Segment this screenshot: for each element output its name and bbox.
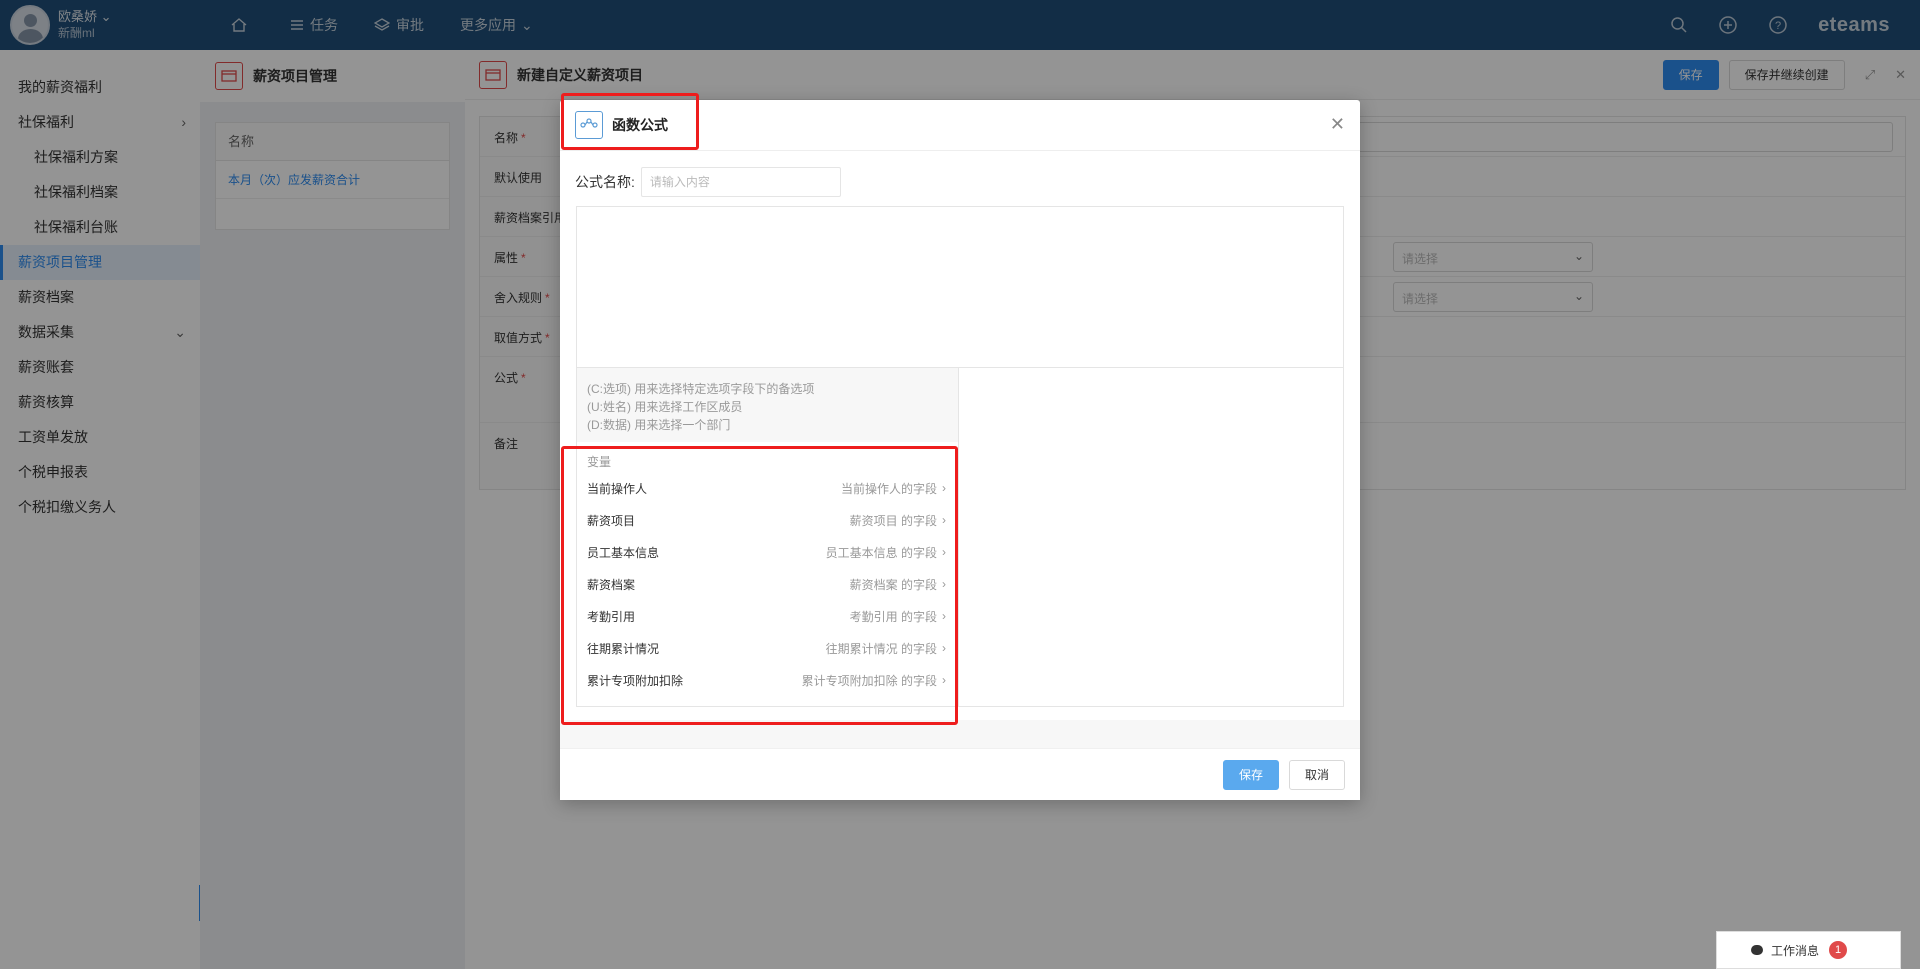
chevron-right-icon: › — [942, 641, 946, 655]
chevron-right-icon: › — [942, 545, 946, 559]
formula-editor[interactable] — [576, 206, 1344, 368]
chevron-right-icon: › — [942, 481, 946, 495]
function-icon — [575, 111, 603, 139]
variable-history-accumulated[interactable]: 往期累计情况 往期累计情况 的字段 › — [577, 632, 958, 664]
close-icon[interactable]: ✕ — [1330, 114, 1345, 135]
dialog-save-button[interactable]: 保存 — [1222, 759, 1279, 790]
variables-heading: 变量 — [587, 455, 612, 469]
unread-badge: 1 — [1829, 941, 1848, 959]
variable-salary-item[interactable]: 薪资项目 薪资项目 的字段 › — [577, 504, 958, 536]
formula-name-input[interactable] — [640, 167, 841, 197]
formula-name-label: 公式名称: — [575, 174, 635, 190]
formula-dialog: 函数公式 ✕ 公式名称: (C:选项) 用来选择特定选项字段下的备选项 (U:姓… — [560, 100, 1360, 800]
variable-special-deduction[interactable]: 累计专项附加扣除 累计专项附加扣除 的字段 › — [577, 664, 958, 696]
work-message-bar[interactable]: 工作消息 1 — [1716, 931, 1901, 969]
variable-attendance[interactable]: 考勤引用 考勤引用 的字段 › — [577, 600, 958, 632]
dialog-cancel-button[interactable]: 取消 — [1288, 759, 1345, 790]
chat-icon — [1751, 945, 1763, 955]
hint-dept: (D:数据) 用来选择一个部门 — [587, 418, 731, 432]
variable-current-operator[interactable]: 当前操作人 当前操作人的字段 › — [577, 472, 958, 504]
work-message-label: 工作消息 — [1771, 943, 1820, 958]
chevron-right-icon: › — [942, 513, 946, 527]
chevron-right-icon: › — [942, 577, 946, 591]
variable-panel: (C:选项) 用来选择特定选项字段下的备选项 (U:姓名) 用来选择工作区成员 … — [577, 368, 959, 706]
hint-text: (C:选项) 用来选择特定选项字段下的备选项 (U:姓名) 用来选择工作区成员 … — [577, 368, 958, 442]
variable-employee-info[interactable]: 员工基本信息 员工基本信息 的字段 › — [577, 536, 958, 568]
chevron-right-icon: › — [942, 609, 946, 623]
chevron-right-icon: › — [942, 673, 946, 687]
variable-salary-archive[interactable]: 薪资档案 薪资档案 的字段 › — [577, 568, 958, 600]
hint-user: (U:姓名) 用来选择工作区成员 — [587, 400, 743, 414]
dialog-title: 函数公式 — [612, 117, 668, 133]
field-panel — [959, 368, 1343, 706]
hint-option: (C:选项) 用来选择特定选项字段下的备选项 — [587, 382, 815, 396]
